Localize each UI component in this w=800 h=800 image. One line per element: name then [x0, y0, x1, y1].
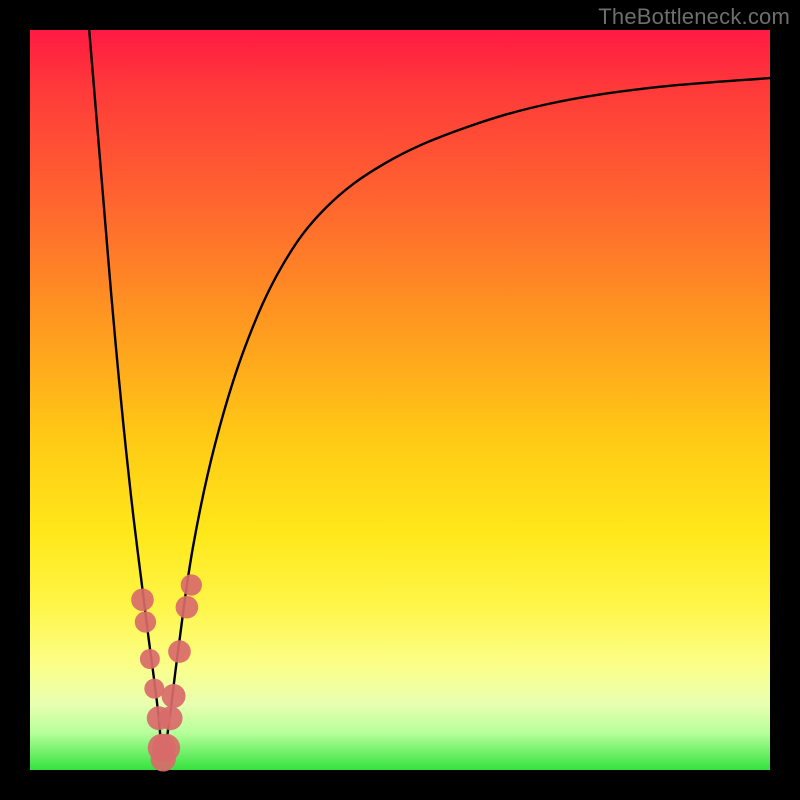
marker-point — [181, 574, 202, 595]
plot-area — [30, 30, 770, 770]
curve-right-branch — [165, 78, 770, 755]
marker-point — [162, 684, 186, 708]
marker-point — [144, 679, 164, 699]
watermark-text: TheBottleneck.com — [598, 4, 790, 30]
marker-point — [159, 706, 183, 730]
marker-point — [131, 588, 154, 611]
curves-svg — [30, 30, 770, 770]
marker-point — [135, 611, 156, 632]
marker-group — [131, 574, 202, 771]
marker-point — [168, 640, 191, 663]
marker-point — [176, 596, 199, 619]
marker-point — [140, 649, 160, 669]
chart-frame: TheBottleneck.com — [0, 0, 800, 800]
curve-group — [89, 30, 770, 755]
marker-point — [152, 734, 180, 762]
curve-left-branch — [89, 30, 162, 755]
